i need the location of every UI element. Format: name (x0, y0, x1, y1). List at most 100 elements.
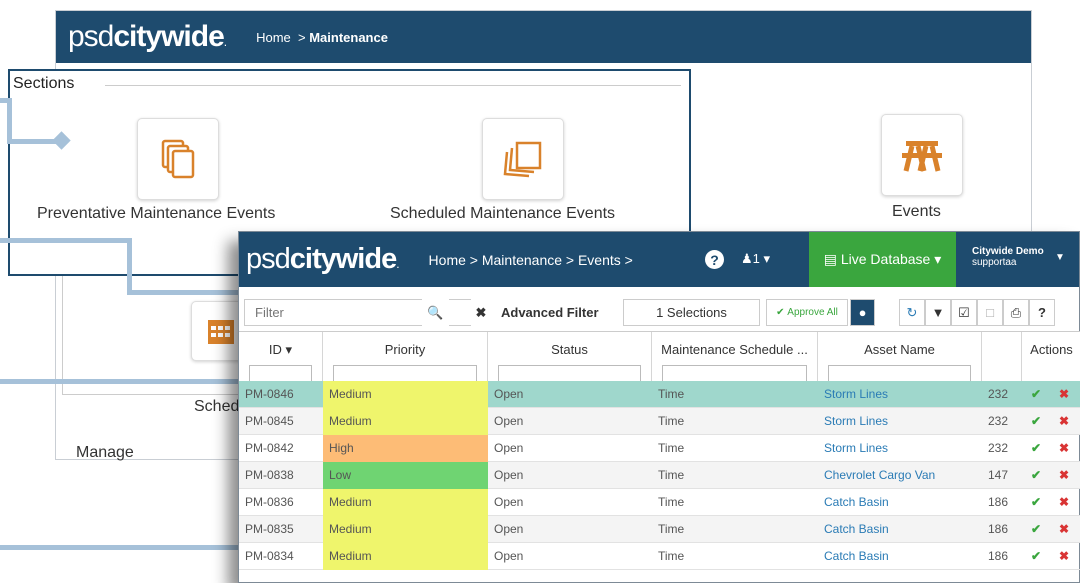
cell-priority: Medium (323, 489, 488, 516)
filter-box-status[interactable] (498, 365, 641, 382)
table-row[interactable]: PM-0834 Medium Open Time Catch Basin 186 ✔ ✖ (239, 543, 1080, 570)
column-priority[interactable]: Priority (323, 332, 488, 382)
preventative-tile[interactable] (137, 118, 219, 200)
reject-icon[interactable]: ✖ (1050, 489, 1078, 516)
approve-icon[interactable]: ✔ (1022, 462, 1050, 489)
back-breadcrumb: Home > Maintenance (256, 29, 388, 45)
cell-num: 147 (988, 468, 1009, 482)
advanced-filter-button[interactable]: Advanced Filter (501, 299, 599, 326)
cell-status: Open (494, 414, 524, 428)
cell-num: 186 (988, 495, 1009, 509)
cell-schedule: Time (658, 468, 685, 482)
preventative-label: Preventative Maintenance Events (37, 205, 276, 222)
cell-asset[interactable]: Catch Basin (818, 543, 982, 570)
globe-icon[interactable]: ● (850, 299, 875, 326)
cell-schedule: Time (658, 441, 685, 455)
cell-id: PM-0836 (245, 495, 294, 509)
approve-icon[interactable]: ✔ (1022, 516, 1050, 543)
account-menu[interactable]: Citywide Demo supportaa (972, 246, 1044, 268)
approve-all-button[interactable]: ✔ Approve All (766, 299, 848, 326)
events-window: psdcitywide. Home > Maintenance > Events… (238, 231, 1080, 583)
column-extra[interactable] (982, 332, 1022, 382)
filter-box-asset[interactable] (828, 365, 971, 382)
table-row[interactable]: PM-0836 Medium Open Time Catch Basin 186 ✔ ✖ (239, 489, 1080, 516)
approve-icon[interactable]: ✔ (1022, 381, 1050, 408)
connector-line (127, 238, 132, 295)
search-icon[interactable]: 🔍 (422, 299, 449, 326)
reject-icon[interactable]: ✖ (1050, 516, 1078, 543)
front-logo[interactable]: psdcitywide. (246, 243, 400, 276)
copy-icon (161, 139, 195, 179)
filter-box-priority[interactable] (333, 365, 477, 382)
live-database-dropdown[interactable]: ▤ Live Database ▾ (809, 232, 956, 287)
approve-icon[interactable]: ✔ (1022, 543, 1050, 570)
print-icon[interactable]: ⎙ (1003, 299, 1029, 326)
column-status[interactable]: Status (488, 332, 652, 382)
calendar-icon (208, 320, 234, 344)
refresh-icon[interactable]: ↻ (899, 299, 925, 326)
filter-box-schedule[interactable] (662, 365, 807, 382)
table-row[interactable]: PM-0838 Low Open Time Chevrolet Cargo Van 147… (239, 462, 1080, 489)
front-header: psdcitywide. Home > Maintenance > Events… (239, 232, 1079, 287)
cell-asset[interactable]: Catch Basin (818, 489, 982, 516)
chevron-down-icon[interactable]: ▼ (1055, 252, 1065, 263)
clear-icon[interactable]: ✖ (471, 299, 491, 326)
cell-asset[interactable]: Chevrolet Cargo Van (818, 462, 982, 489)
breadcrumb-home[interactable]: Home (256, 30, 291, 45)
cell-priority: Medium (323, 543, 488, 570)
reject-icon[interactable]: ✖ (1050, 543, 1078, 570)
sections-title: Sections (13, 75, 75, 92)
cell-asset[interactable]: Storm Lines (818, 408, 982, 435)
column-schedule[interactable]: Maintenance Schedule ... (652, 332, 818, 382)
events-label: Events (892, 203, 941, 220)
reject-icon[interactable]: ✖ (1050, 381, 1078, 408)
table-row[interactable]: PM-0846 Medium Open Time Storm Lines 232 ✔ ✖ (239, 381, 1080, 408)
cell-status: Open (494, 495, 524, 509)
cell-priority: Medium (323, 381, 488, 408)
reject-icon[interactable]: ✖ (1050, 462, 1078, 489)
cell-priority: Medium (323, 408, 488, 435)
picnic-table-icon (902, 141, 942, 172)
table-row[interactable]: PM-0842 High Open Time Storm Lines 232 ✔ ✖ (239, 435, 1080, 462)
filter-icon[interactable]: ▼ (925, 299, 951, 326)
check-square-icon[interactable]: ☑ (951, 299, 977, 326)
events-tile[interactable] (881, 114, 963, 196)
cell-priority: High (323, 435, 488, 462)
stage: psdcitywide. Home > Maintenance Events S… (0, 0, 1080, 583)
back-logo[interactable]: psdcitywide. (68, 20, 227, 54)
cell-id: PM-0835 (245, 522, 294, 536)
filter-box-id[interactable] (249, 365, 312, 382)
reject-icon[interactable]: ✖ (1050, 435, 1078, 462)
cell-id: PM-0842 (245, 441, 294, 455)
column-asset[interactable]: Asset Name (818, 332, 982, 382)
cell-status: Open (494, 441, 524, 455)
cell-status: Open (494, 549, 524, 563)
front-breadcrumb[interactable]: Home > Maintenance > Events > (429, 252, 633, 268)
cell-status: Open (494, 387, 524, 401)
column-actions: Actions (1030, 342, 1073, 357)
stack-icon (503, 141, 542, 178)
users-menu[interactable]: ♟1 ▾ (741, 251, 770, 267)
cell-num: 186 (988, 522, 1009, 536)
cell-asset[interactable]: Storm Lines (818, 435, 982, 462)
cell-id: PM-0846 (245, 387, 294, 401)
selections-button[interactable]: 1 Selections (623, 299, 760, 326)
cell-asset[interactable]: Storm Lines (818, 381, 982, 408)
scheduled-tile[interactable] (482, 118, 564, 200)
cell-id: PM-0845 (245, 414, 294, 428)
help-circle-icon[interactable]: ? (1029, 299, 1055, 326)
cell-schedule: Time (658, 495, 685, 509)
reject-icon[interactable]: ✖ (1050, 408, 1078, 435)
column-id[interactable]: ID ▾ (239, 332, 323, 382)
scheduled-label: Scheduled Maintenance Events (390, 205, 616, 222)
document-icon[interactable]: □ (977, 299, 1003, 326)
approve-icon[interactable]: ✔ (1022, 489, 1050, 516)
table-row[interactable]: PM-0835 Medium Open Time Catch Basin 186 ✔ ✖ (239, 516, 1080, 543)
approve-icon[interactable]: ✔ (1022, 435, 1050, 462)
cell-status: Open (494, 522, 524, 536)
help-icon[interactable]: ? (705, 250, 724, 269)
cell-asset[interactable]: Catch Basin (818, 516, 982, 543)
user-icon: ♟ (741, 251, 753, 266)
table-row[interactable]: PM-0845 Medium Open Time Storm Lines 232 ✔ ✖ (239, 408, 1080, 435)
approve-icon[interactable]: ✔ (1022, 408, 1050, 435)
